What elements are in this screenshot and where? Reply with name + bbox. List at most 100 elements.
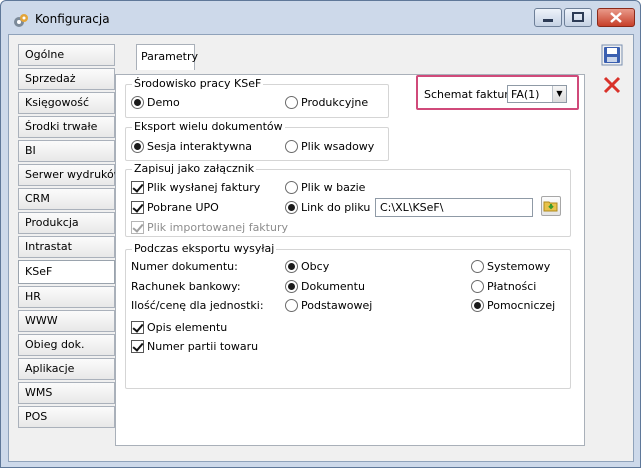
close-red-x-icon (603, 76, 621, 94)
radio-dokumentu-label: Dokumentu (301, 280, 365, 293)
sidebar-item-serwer-wydrukow[interactable]: Serwer wydruków (18, 164, 123, 186)
sidebar-item-aplikacje[interactable]: Aplikacje (18, 358, 115, 380)
eksport-title: Eksport wielu dokumentów (132, 120, 285, 133)
close-icon (610, 12, 622, 23)
radio-plik-wsadowy-label: Plik wsadowy (301, 140, 375, 153)
window-title: Konfiguracja (35, 12, 110, 26)
sidebar: Ogólne Sprzedaż Księgowość Środki trwałe… (18, 44, 123, 430)
checkbox-plik-importowanej-label: Plik importowanej faktury (147, 221, 288, 234)
radio-produkcyjne-indicator[interactable] (285, 96, 298, 109)
client-area: Ogólne Sprzedaż Księgowość Środki trwałe… (8, 34, 634, 462)
sidebar-item-wms[interactable]: WMS (18, 382, 115, 404)
radio-dokumentu-indicator[interactable] (285, 280, 298, 293)
radio-demo-indicator[interactable] (131, 96, 144, 109)
checkbox-numer-partii-box[interactable] (131, 340, 144, 353)
radio-systemowy[interactable]: Systemowy (471, 260, 550, 273)
zapisuj-title: Zapisuj jako załącznik (132, 162, 257, 175)
radio-pomocniczej[interactable]: Pomocniczej (471, 299, 555, 312)
radio-obcy-label: Obcy (301, 260, 330, 273)
radio-podstawowej-label: Podstawowej (301, 299, 373, 312)
radio-link-do-pliku[interactable]: Link do pliku (285, 201, 370, 214)
zapisuj-group: Zapisuj jako załącznik Plik wysłanej fak… (125, 162, 571, 237)
sidebar-item-bi[interactable]: BI (18, 140, 115, 162)
checkbox-numer-partii-label: Numer partii towaru (147, 340, 259, 353)
radio-obcy[interactable]: Obcy (285, 260, 329, 273)
sidebar-item-pos[interactable]: POS (18, 406, 115, 428)
checkbox-pobrane-upo-box[interactable] (131, 201, 144, 214)
save-icon (601, 44, 623, 66)
sidebar-item-srodki-trwale[interactable]: Środki trwałe (18, 116, 115, 138)
checkbox-opis-elementu-box[interactable] (131, 321, 144, 334)
sidebar-item-intrastat[interactable]: Intrastat (18, 236, 115, 258)
save-button[interactable] (601, 44, 623, 66)
sidebar-item-hr[interactable]: HR (18, 286, 115, 308)
checkbox-pobrane-upo[interactable]: Pobrane UPO (131, 201, 219, 214)
radio-systemowy-indicator[interactable] (471, 260, 484, 273)
podczas-title: Podczas eksportu wysyłaj (132, 242, 277, 255)
radio-produkcyjne[interactable]: Produkcyjne (285, 96, 368, 109)
radio-pomocniczej-label: Pomocniczej (487, 299, 556, 312)
close-button[interactable] (597, 8, 635, 27)
radio-platnosci-label: Płatności (487, 280, 537, 293)
sidebar-item-crm[interactable]: CRM (18, 188, 115, 210)
checkbox-numer-partii[interactable]: Numer partii towaru (131, 340, 258, 353)
radio-sesja-interaktywna[interactable]: Sesja interaktywna (131, 140, 252, 153)
radio-link-do-pliku-indicator[interactable] (285, 201, 298, 214)
radio-plik-wsadowy-indicator[interactable] (285, 140, 298, 153)
checkbox-plik-wyslanej-box[interactable] (131, 181, 144, 194)
schemat-highlight-box: Schemat faktury: FA(1) ▼ (416, 75, 579, 110)
browse-folder-button[interactable] (541, 196, 561, 216)
title-bar[interactable]: Konfiguracja (1, 1, 640, 34)
sidebar-item-ksef[interactable]: KSeF (18, 260, 115, 284)
schemat-select-value: FA(1) (511, 88, 540, 101)
radio-link-do-pliku-label: Link do pliku (301, 201, 371, 214)
checkbox-plik-importowanej: Plik importowanej faktury (131, 221, 288, 234)
path-input-value: C:\XL\KSeF\ (380, 201, 444, 214)
rachunek-bankowy-label: Rachunek bankowy: (131, 280, 241, 293)
radio-demo[interactable]: Demo (131, 96, 180, 109)
sidebar-item-obieg-dok[interactable]: Obieg dok. (18, 334, 115, 356)
radio-obcy-indicator[interactable] (285, 260, 298, 273)
radio-dokumentu[interactable]: Dokumentu (285, 280, 365, 293)
checkbox-pobrane-upo-label: Pobrane UPO (147, 201, 219, 214)
path-input[interactable]: C:\XL\KSeF\ (375, 198, 533, 217)
checkbox-opis-elementu-label: Opis elementu (147, 321, 228, 334)
maximize-icon (572, 12, 584, 22)
checkbox-plik-wyslanej[interactable]: Plik wysłanej faktury (131, 181, 260, 194)
chevron-down-icon[interactable]: ▼ (552, 86, 566, 102)
gear-icon (14, 14, 28, 27)
numer-dokumentu-label: Numer dokumentu: (131, 260, 238, 273)
tab-parametry[interactable]: Parametry (136, 44, 198, 70)
sidebar-item-ksiegowosc[interactable]: Księgowość (18, 92, 115, 114)
eksport-group: Eksport wielu dokumentów Sesja interakty… (125, 120, 389, 161)
radio-podstawowej-indicator[interactable] (285, 299, 298, 312)
radio-platnosci[interactable]: Płatności (471, 280, 536, 293)
sidebar-item-ogolne[interactable]: Ogólne (18, 44, 115, 66)
radio-plik-wsadowy[interactable]: Plik wsadowy (285, 140, 374, 153)
radio-plik-w-bazie-indicator[interactable] (285, 181, 298, 194)
checkbox-plik-wyslanej-label: Plik wysłanej faktury (147, 181, 261, 194)
radio-plik-w-bazie-label: Plik w bazie (301, 181, 366, 194)
srodowisko-group: Środowisko pracy KSeF Demo Produkcyjne (125, 77, 389, 118)
parameters-panel: Środowisko pracy KSeF Demo Produkcyjne S… (115, 74, 585, 446)
radio-podstawowej[interactable]: Podstawowej (285, 299, 372, 312)
cancel-button[interactable] (601, 74, 623, 96)
ilosc-cene-label: Ilość/cenę dla jednostki: (131, 299, 264, 312)
radio-demo-label: Demo (147, 96, 180, 109)
schemat-select[interactable]: FA(1) ▼ (507, 85, 567, 103)
checkbox-opis-elementu[interactable]: Opis elementu (131, 321, 227, 334)
radio-systemowy-label: Systemowy (487, 260, 551, 273)
radio-platnosci-indicator[interactable] (471, 280, 484, 293)
maximize-button[interactable] (564, 8, 592, 27)
sidebar-item-www[interactable]: WWW (18, 310, 115, 332)
checkbox-plik-importowanej-box (131, 221, 144, 234)
podczas-group: Podczas eksportu wysyłaj Numer dokumentu… (125, 242, 571, 389)
radio-sesja-indicator[interactable] (131, 140, 144, 153)
radio-sesja-label: Sesja interaktywna (147, 140, 253, 153)
radio-plik-w-bazie[interactable]: Plik w bazie (285, 181, 365, 194)
minimize-button[interactable] (534, 8, 562, 27)
sidebar-item-sprzedaz[interactable]: Sprzedaż (18, 68, 115, 90)
radio-pomocniczej-indicator[interactable] (471, 299, 484, 312)
srodowisko-title: Środowisko pracy KSeF (132, 77, 264, 90)
sidebar-item-produkcja[interactable]: Produkcja (18, 212, 115, 234)
